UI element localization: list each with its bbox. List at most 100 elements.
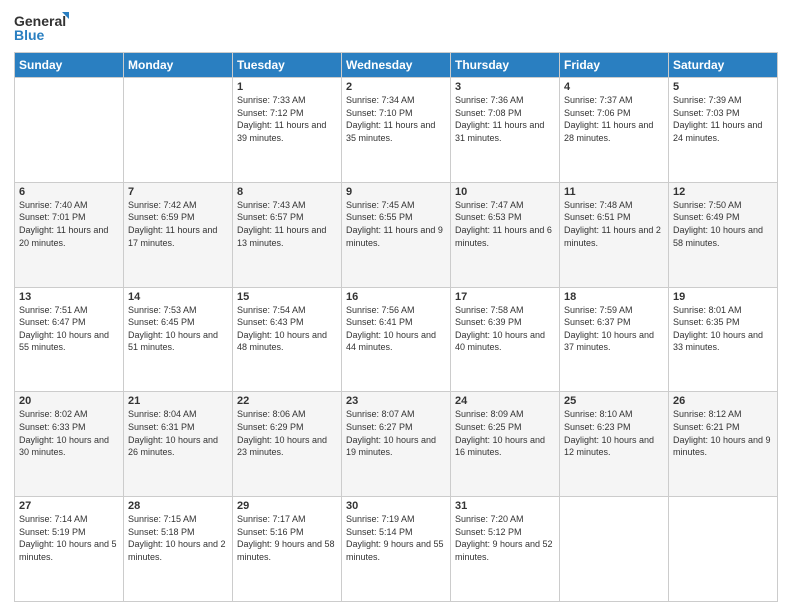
calendar-cell: 10Sunrise: 7:47 AMSunset: 6:53 PMDayligh… (451, 182, 560, 287)
day-info: Sunrise: 8:07 AMSunset: 6:27 PMDaylight:… (346, 408, 446, 458)
day-info: Sunrise: 7:37 AMSunset: 7:06 PMDaylight:… (564, 94, 664, 144)
day-info: Sunrise: 7:48 AMSunset: 6:51 PMDaylight:… (564, 199, 664, 249)
day-number: 22 (237, 395, 337, 407)
calendar-cell: 5Sunrise: 7:39 AMSunset: 7:03 PMDaylight… (669, 78, 778, 183)
day-info: Sunrise: 7:19 AMSunset: 5:14 PMDaylight:… (346, 513, 446, 563)
calendar-cell: 25Sunrise: 8:10 AMSunset: 6:23 PMDayligh… (560, 392, 669, 497)
day-number: 14 (128, 291, 228, 303)
page-header: General Blue (14, 10, 778, 46)
calendar-cell: 22Sunrise: 8:06 AMSunset: 6:29 PMDayligh… (233, 392, 342, 497)
day-number: 10 (455, 186, 555, 198)
calendar-cell: 30Sunrise: 7:19 AMSunset: 5:14 PMDayligh… (342, 497, 451, 602)
day-number: 7 (128, 186, 228, 198)
calendar-cell: 15Sunrise: 7:54 AMSunset: 6:43 PMDayligh… (233, 287, 342, 392)
day-number: 25 (564, 395, 664, 407)
day-number: 3 (455, 81, 555, 93)
calendar-cell: 2Sunrise: 7:34 AMSunset: 7:10 PMDaylight… (342, 78, 451, 183)
day-info: Sunrise: 8:10 AMSunset: 6:23 PMDaylight:… (564, 408, 664, 458)
calendar-cell (124, 78, 233, 183)
calendar-cell: 26Sunrise: 8:12 AMSunset: 6:21 PMDayligh… (669, 392, 778, 497)
svg-text:Blue: Blue (14, 27, 45, 43)
calendar-cell: 1Sunrise: 7:33 AMSunset: 7:12 PMDaylight… (233, 78, 342, 183)
day-info: Sunrise: 7:45 AMSunset: 6:55 PMDaylight:… (346, 199, 446, 249)
calendar-cell: 19Sunrise: 8:01 AMSunset: 6:35 PMDayligh… (669, 287, 778, 392)
day-info: Sunrise: 7:20 AMSunset: 5:12 PMDaylight:… (455, 513, 555, 563)
calendar-cell: 12Sunrise: 7:50 AMSunset: 6:49 PMDayligh… (669, 182, 778, 287)
day-number: 5 (673, 81, 773, 93)
calendar-cell: 18Sunrise: 7:59 AMSunset: 6:37 PMDayligh… (560, 287, 669, 392)
day-number: 4 (564, 81, 664, 93)
calendar-cell: 11Sunrise: 7:48 AMSunset: 6:51 PMDayligh… (560, 182, 669, 287)
calendar-cell: 13Sunrise: 7:51 AMSunset: 6:47 PMDayligh… (15, 287, 124, 392)
day-number: 31 (455, 500, 555, 512)
day-info: Sunrise: 7:58 AMSunset: 6:39 PMDaylight:… (455, 304, 555, 354)
calendar-cell: 28Sunrise: 7:15 AMSunset: 5:18 PMDayligh… (124, 497, 233, 602)
calendar-cell: 3Sunrise: 7:36 AMSunset: 7:08 PMDaylight… (451, 78, 560, 183)
calendar-header-row: SundayMondayTuesdayWednesdayThursdayFrid… (15, 53, 778, 78)
day-number: 11 (564, 186, 664, 198)
calendar-cell: 29Sunrise: 7:17 AMSunset: 5:16 PMDayligh… (233, 497, 342, 602)
calendar-row: 13Sunrise: 7:51 AMSunset: 6:47 PMDayligh… (15, 287, 778, 392)
calendar-cell (15, 78, 124, 183)
day-number: 13 (19, 291, 119, 303)
day-info: Sunrise: 7:17 AMSunset: 5:16 PMDaylight:… (237, 513, 337, 563)
day-info: Sunrise: 7:53 AMSunset: 6:45 PMDaylight:… (128, 304, 228, 354)
day-info: Sunrise: 7:33 AMSunset: 7:12 PMDaylight:… (237, 94, 337, 144)
calendar-row: 27Sunrise: 7:14 AMSunset: 5:19 PMDayligh… (15, 497, 778, 602)
day-number: 29 (237, 500, 337, 512)
day-info: Sunrise: 8:09 AMSunset: 6:25 PMDaylight:… (455, 408, 555, 458)
day-info: Sunrise: 7:40 AMSunset: 7:01 PMDaylight:… (19, 199, 119, 249)
day-info: Sunrise: 7:54 AMSunset: 6:43 PMDaylight:… (237, 304, 337, 354)
day-info: Sunrise: 7:39 AMSunset: 7:03 PMDaylight:… (673, 94, 773, 144)
calendar-row: 1Sunrise: 7:33 AMSunset: 7:12 PMDaylight… (15, 78, 778, 183)
day-number: 17 (455, 291, 555, 303)
day-info: Sunrise: 7:15 AMSunset: 5:18 PMDaylight:… (128, 513, 228, 563)
day-number: 16 (346, 291, 446, 303)
day-number: 23 (346, 395, 446, 407)
day-number: 26 (673, 395, 773, 407)
day-number: 24 (455, 395, 555, 407)
day-info: Sunrise: 7:47 AMSunset: 6:53 PMDaylight:… (455, 199, 555, 249)
calendar-cell: 31Sunrise: 7:20 AMSunset: 5:12 PMDayligh… (451, 497, 560, 602)
weekday-header: Monday (124, 53, 233, 78)
calendar-cell: 9Sunrise: 7:45 AMSunset: 6:55 PMDaylight… (342, 182, 451, 287)
day-number: 28 (128, 500, 228, 512)
day-info: Sunrise: 8:04 AMSunset: 6:31 PMDaylight:… (128, 408, 228, 458)
day-info: Sunrise: 7:36 AMSunset: 7:08 PMDaylight:… (455, 94, 555, 144)
calendar-cell: 23Sunrise: 8:07 AMSunset: 6:27 PMDayligh… (342, 392, 451, 497)
day-number: 20 (19, 395, 119, 407)
day-number: 6 (19, 186, 119, 198)
day-info: Sunrise: 7:43 AMSunset: 6:57 PMDaylight:… (237, 199, 337, 249)
calendar-cell: 8Sunrise: 7:43 AMSunset: 6:57 PMDaylight… (233, 182, 342, 287)
calendar-cell: 7Sunrise: 7:42 AMSunset: 6:59 PMDaylight… (124, 182, 233, 287)
logo-svg: General Blue (14, 10, 69, 46)
day-number: 9 (346, 186, 446, 198)
calendar-cell (560, 497, 669, 602)
calendar-cell: 14Sunrise: 7:53 AMSunset: 6:45 PMDayligh… (124, 287, 233, 392)
calendar-table: SundayMondayTuesdayWednesdayThursdayFrid… (14, 52, 778, 602)
calendar-cell: 20Sunrise: 8:02 AMSunset: 6:33 PMDayligh… (15, 392, 124, 497)
calendar-row: 6Sunrise: 7:40 AMSunset: 7:01 PMDaylight… (15, 182, 778, 287)
day-info: Sunrise: 7:59 AMSunset: 6:37 PMDaylight:… (564, 304, 664, 354)
day-number: 27 (19, 500, 119, 512)
day-info: Sunrise: 8:06 AMSunset: 6:29 PMDaylight:… (237, 408, 337, 458)
day-number: 21 (128, 395, 228, 407)
day-number: 12 (673, 186, 773, 198)
calendar-cell: 27Sunrise: 7:14 AMSunset: 5:19 PMDayligh… (15, 497, 124, 602)
day-info: Sunrise: 8:02 AMSunset: 6:33 PMDaylight:… (19, 408, 119, 458)
day-number: 2 (346, 81, 446, 93)
day-info: Sunrise: 7:56 AMSunset: 6:41 PMDaylight:… (346, 304, 446, 354)
day-number: 19 (673, 291, 773, 303)
day-number: 15 (237, 291, 337, 303)
weekday-header: Wednesday (342, 53, 451, 78)
day-info: Sunrise: 7:42 AMSunset: 6:59 PMDaylight:… (128, 199, 228, 249)
day-info: Sunrise: 8:12 AMSunset: 6:21 PMDaylight:… (673, 408, 773, 458)
day-info: Sunrise: 8:01 AMSunset: 6:35 PMDaylight:… (673, 304, 773, 354)
day-info: Sunrise: 7:50 AMSunset: 6:49 PMDaylight:… (673, 199, 773, 249)
calendar-cell (669, 497, 778, 602)
day-info: Sunrise: 7:14 AMSunset: 5:19 PMDaylight:… (19, 513, 119, 563)
day-info: Sunrise: 7:34 AMSunset: 7:10 PMDaylight:… (346, 94, 446, 144)
weekday-header: Sunday (15, 53, 124, 78)
calendar-cell: 16Sunrise: 7:56 AMSunset: 6:41 PMDayligh… (342, 287, 451, 392)
day-number: 1 (237, 81, 337, 93)
